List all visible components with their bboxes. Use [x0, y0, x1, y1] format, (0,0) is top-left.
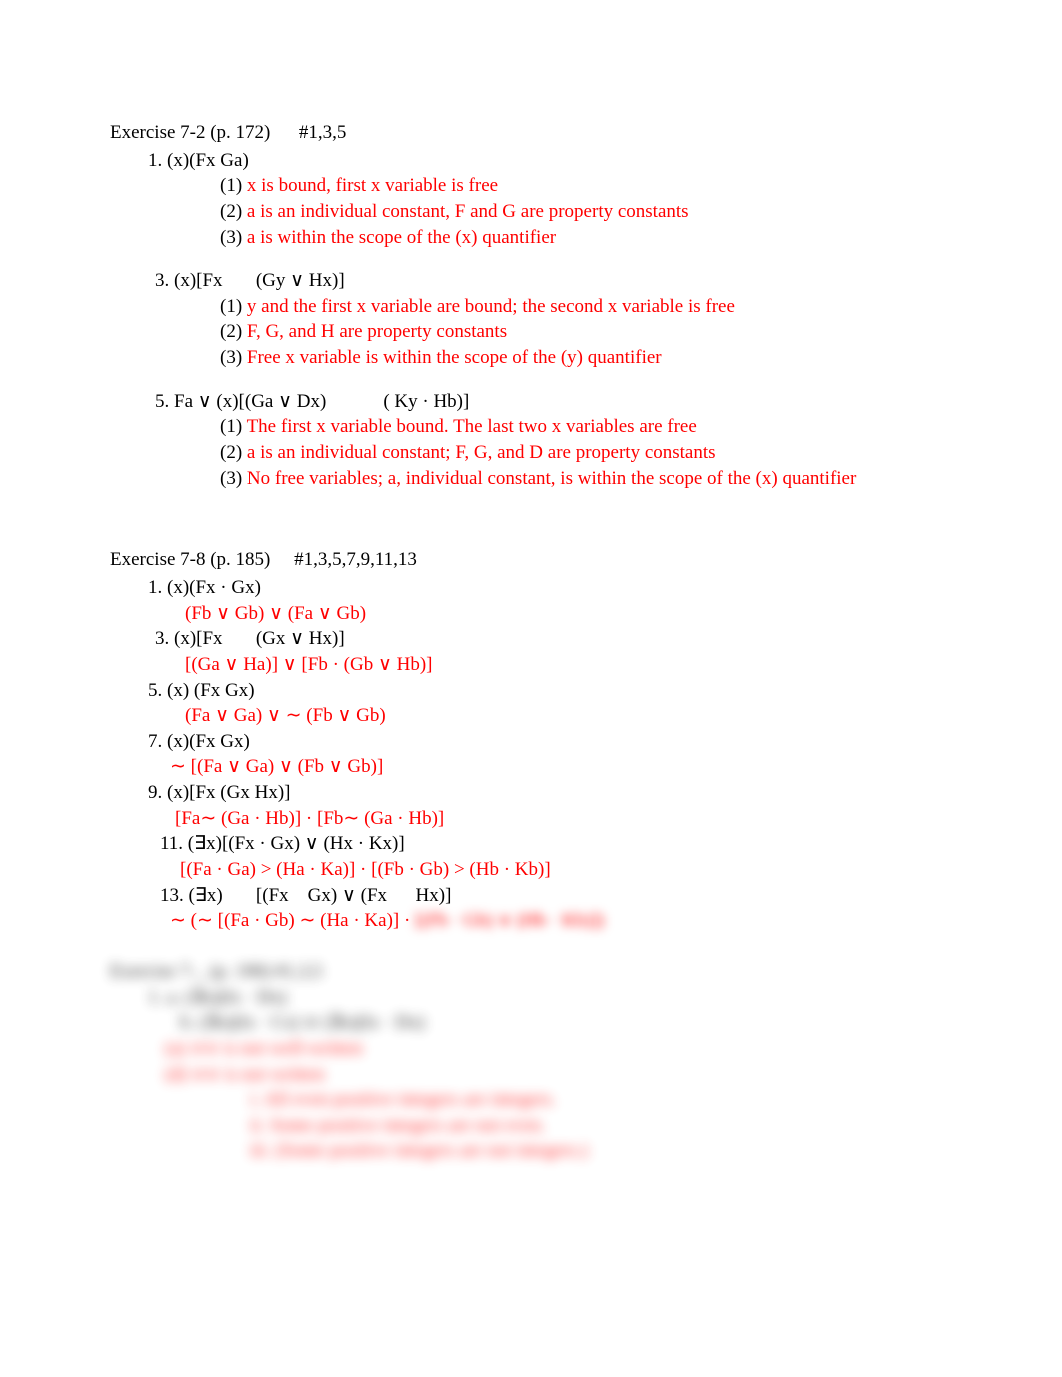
p3-a1: (1) y and the first x variable are bound… — [110, 294, 1002, 320]
blurred-content: Exercise 7-_ (p. 190) #1,3,5 1. a. (∃x)(… — [110, 959, 1002, 1164]
hidden-heading: Exercise 7-_ (p. 190) #1,3,5 — [110, 959, 1002, 985]
num: (2) — [220, 321, 242, 342]
e78-p3-ans: [(Ga ∨ Ha)] ∨ [Fb · (Gb ∨ Hb)] — [110, 652, 1002, 678]
hidden-s2: ii. Some positive integers are not even. — [110, 1113, 1002, 1139]
p5-line: 5. Fa ∨ (x)[(Ga ∨ Dx) ( Ky · Hb)] — [110, 389, 1002, 415]
p1-a3: (3) a is within the scope of the (x) qua… — [110, 225, 1002, 251]
answer-text: a is an individual constant; F, G, and D… — [247, 442, 716, 463]
heading-problems: #1,3,5,7,9,11,13 — [294, 549, 417, 570]
e78-p9-ans: [Fa∼ (Ga · Hb)] · [Fb∼ (Ga · Hb)] — [110, 806, 1002, 832]
hidden-s1: i. All even positive integers are intege… — [110, 1087, 1002, 1113]
num: (2) — [220, 442, 242, 463]
hidden-l4: (d) ∨∨ is not written — [110, 1062, 1002, 1088]
answer-text: The first x variable bound. The last two… — [247, 416, 697, 437]
p1-line: 1. (x)(Fx Ga) — [110, 148, 1002, 174]
num: (3) — [220, 468, 242, 489]
e78-p5: 5. (x) (Fx Gx) — [110, 678, 1002, 704]
p5-a3: (3) No free variables; a, individual con… — [110, 466, 1002, 492]
e78-p13-b: [(Fx — [256, 885, 289, 906]
num: (1) — [220, 296, 242, 317]
e78-p3-a: 3. (x)[Fx — [155, 628, 223, 649]
e78-p13: 13. (∃x) [(Fx Gx) ∨ (Fx Hx)] — [110, 883, 1002, 909]
p5-a1: (1) The first x variable bound. The last… — [110, 414, 1002, 440]
answer-text: y and the first x variable are bound; th… — [247, 296, 735, 317]
e78-p5-a: (Fa ∨ Ga) ∨ — [185, 705, 281, 726]
document-page: Exercise 7-2 (p. 172) #1,3,5 1. (x)(Fx G… — [0, 120, 1062, 1164]
p5-a2: (2) a is an individual constant; F, G, a… — [110, 440, 1002, 466]
num: (2) — [220, 201, 242, 222]
e78-p1-ans: (Fb ∨ Gb) ∨ (Fa ∨ Gb) — [110, 601, 1002, 627]
answer-text: x is bound, first x variable is free — [247, 175, 498, 196]
e78-p7: 7. (x)(Fx Gx) — [110, 729, 1002, 755]
e78-p9: 9. (x)[Fx (Gx Hx)] — [110, 780, 1002, 806]
p3-line: 3. (x)[Fx (Gy ∨ Hx)] — [110, 268, 1002, 294]
hidden-s3: iii. (Some positive integers are not int… — [110, 1138, 1002, 1164]
e78-p13-c: Gx) ∨ (Fx — [308, 885, 387, 906]
answer-text: a is within the scope of the (x) quantif… — [247, 227, 556, 248]
e78-p5-b: ∼ (Fb ∨ Gb) — [286, 705, 386, 726]
hidden-l2: b. (∃x)(Ix · Cx) ∨ (∃x)(Ix · Dx) — [110, 1010, 1002, 1036]
exercise-7-8-heading: Exercise 7-8 (p. 185) #1,3,5,7,9,11,13 — [110, 547, 1002, 573]
p5-line-a: 5. Fa ∨ (x)[(Ga ∨ Dx) — [155, 391, 326, 412]
p5-line-b: ( Ky · Hb)] — [383, 391, 469, 412]
p3-line-a: 3. (x)[Fx — [155, 270, 223, 291]
num: (1) — [220, 175, 242, 196]
hidden-l1: 1. a. (∃x)(Ix · Dx) — [110, 985, 1002, 1011]
p3-a3: (3) Free x variable is within the scope … — [110, 345, 1002, 371]
e78-p5-ans: (Fa ∨ Ga) ∨ ∼ (Fb ∨ Gb) — [110, 703, 1002, 729]
num: (1) — [220, 416, 242, 437]
e78-p3-b: (Gx ∨ Hx)] — [256, 628, 345, 649]
hidden-l3: (a) ∨∨ is not well-written — [110, 1036, 1002, 1062]
p1-a1: (1) x is bound, first x variable is free — [110, 173, 1002, 199]
answer-text: No free variables; a, individual constan… — [247, 468, 856, 489]
e78-p7-ans: ∼ [(Fa ∨ Ga) ∨ (Fb ∨ Gb)] — [110, 754, 1002, 780]
p1-a2: (2) a is an individual constant, F and G… — [110, 199, 1002, 225]
num: (3) — [220, 227, 242, 248]
e78-p3: 3. (x)[Fx (Gx ∨ Hx)] — [110, 626, 1002, 652]
e78-p13-ans-a: ∼ (∼ [(Fa · Gb) ∼ (Ha · Ka)] · — [170, 910, 415, 931]
heading-label: Exercise 7-8 (p. 185) — [110, 549, 270, 570]
answer-text: Free x variable is within the scope of t… — [247, 347, 662, 368]
e78-p13-ans-b: [(Fb · Gb) ∨ (Hb · Kb)]) — [415, 910, 604, 931]
heading-problems: #1,3,5 — [299, 122, 347, 143]
e78-p13-ans: ∼ (∼ [(Fa · Gb) ∼ (Ha · Ka)] · [(Fb · Gb… — [110, 908, 1002, 934]
answer-text: F, G, and H are property constants — [247, 321, 507, 342]
e78-p1: 1. (x)(Fx · Gx) — [110, 575, 1002, 601]
e78-p11-ans: [(Fa · Ga) > (Ha · Ka)] · [(Fb · Gb) > (… — [110, 857, 1002, 883]
e78-p13-d: Hx)] — [416, 885, 452, 906]
exercise-7-2-heading: Exercise 7-2 (p. 172) #1,3,5 — [110, 120, 1002, 146]
e78-p13-a: 13. (∃x) — [160, 885, 223, 906]
num: (3) — [220, 347, 242, 368]
answer-text: a is an individual constant, F and G are… — [247, 201, 689, 222]
e78-p11: 11. (∃x)[(Fx · Gx) ∨ (Hx · Kx)] — [110, 831, 1002, 857]
p3-a2: (2) F, G, and H are property constants — [110, 319, 1002, 345]
p3-line-b: (Gy ∨ Hx)] — [256, 270, 345, 291]
heading-label: Exercise 7-2 (p. 172) — [110, 122, 270, 143]
